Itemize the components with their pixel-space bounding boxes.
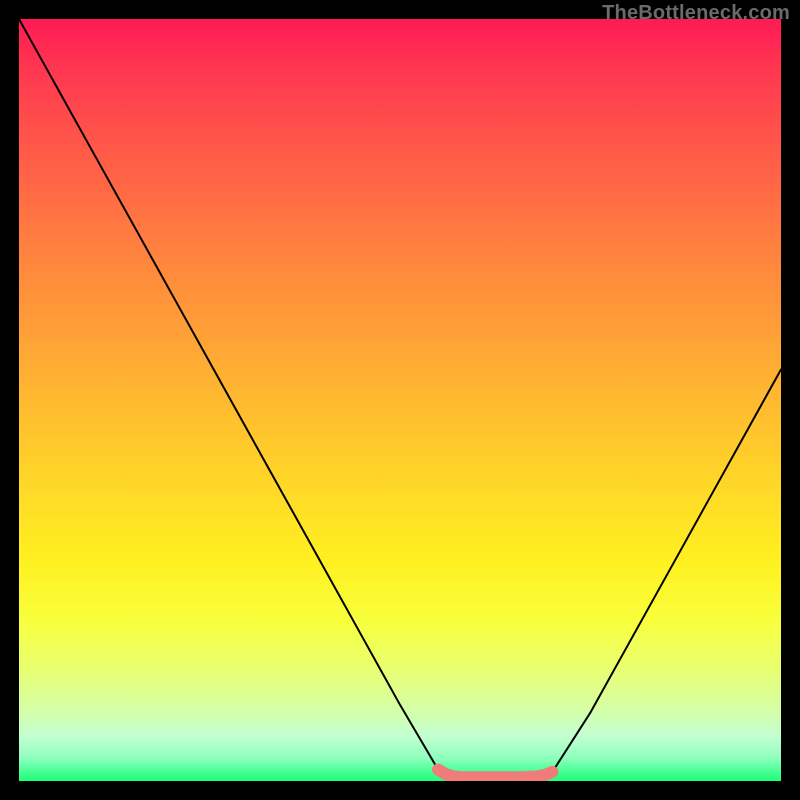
watermark-text: TheBottleneck.com xyxy=(602,2,790,25)
bottom-marker xyxy=(438,770,552,778)
chart-svg xyxy=(19,19,781,781)
bottleneck-curve xyxy=(19,19,781,777)
chart-container: TheBottleneck.com xyxy=(0,0,800,800)
